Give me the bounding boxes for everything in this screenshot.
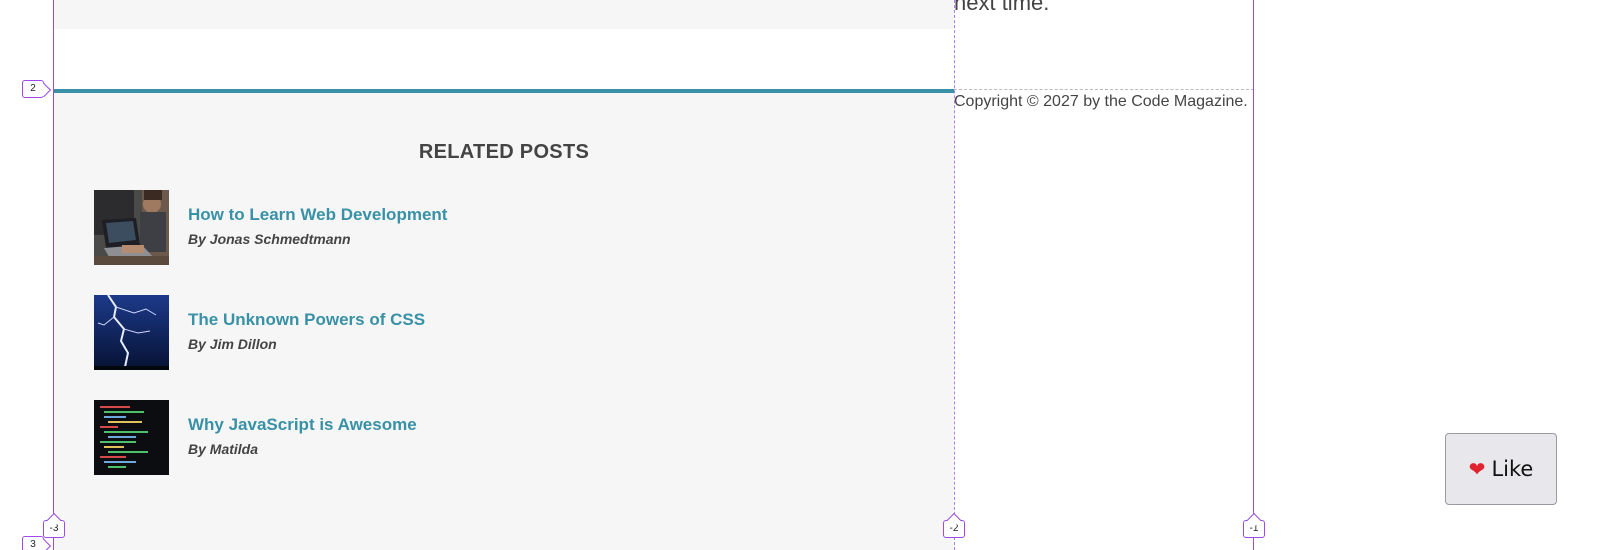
related-post-author: By Matilda [188, 441, 259, 457]
grid-column-label: -2 [943, 520, 965, 538]
grid-column-line [954, 0, 955, 550]
laptop-photo-image [94, 190, 169, 265]
copyright-text: Copyright © 2027 by the Code Magazine. [954, 93, 1248, 110]
like-button-label: Like [1491, 457, 1534, 481]
grid-row-label: 2 [22, 80, 44, 98]
code-photo-thumbnail[interactable] [94, 400, 169, 475]
related-post-item: How to Learn Web Development By Jonas Sc… [94, 190, 914, 265]
related-post-item: Why JavaScript is Awesome By Matilda [94, 400, 914, 475]
code-photo-image [94, 400, 169, 475]
page: RELATED POSTS How to Learn Web Developme… [0, 0, 1610, 550]
like-button[interactable]: ❤ Like [1445, 433, 1557, 505]
related-post-item: The Unknown Powers of CSS By Jim Dillon [94, 295, 914, 370]
article-content-bottom [54, 0, 954, 29]
grid-column-label: -3 [43, 520, 65, 538]
heart-icon: ❤ [1468, 457, 1486, 481]
related-post-author: By Jim Dillon [188, 336, 277, 352]
article-gap [54, 29, 954, 89]
related-posts-title: RELATED POSTS [418, 141, 590, 163]
related-post-link[interactable]: The Unknown Powers of CSS [188, 310, 425, 330]
grid-column-line [53, 0, 54, 550]
grid-row-line [954, 89, 1254, 90]
related-post-link[interactable]: How to Learn Web Development [188, 205, 447, 225]
laptop-photo-thumbnail[interactable] [94, 190, 169, 265]
grid-column-label: -1 [1243, 520, 1265, 538]
grid-column-line [1253, 0, 1254, 550]
lightning-photo-image [94, 295, 169, 370]
lightning-photo-thumbnail[interactable] [94, 295, 169, 370]
grid-row-label: 3 [22, 536, 44, 550]
related-posts-section: RELATED POSTS How to Learn Web Developme… [54, 93, 954, 550]
related-post-link[interactable]: Why JavaScript is Awesome [188, 415, 417, 435]
aside-partial-text: next time. [954, 0, 1050, 15]
related-post-author: By Jonas Schmedtmann [188, 231, 351, 247]
